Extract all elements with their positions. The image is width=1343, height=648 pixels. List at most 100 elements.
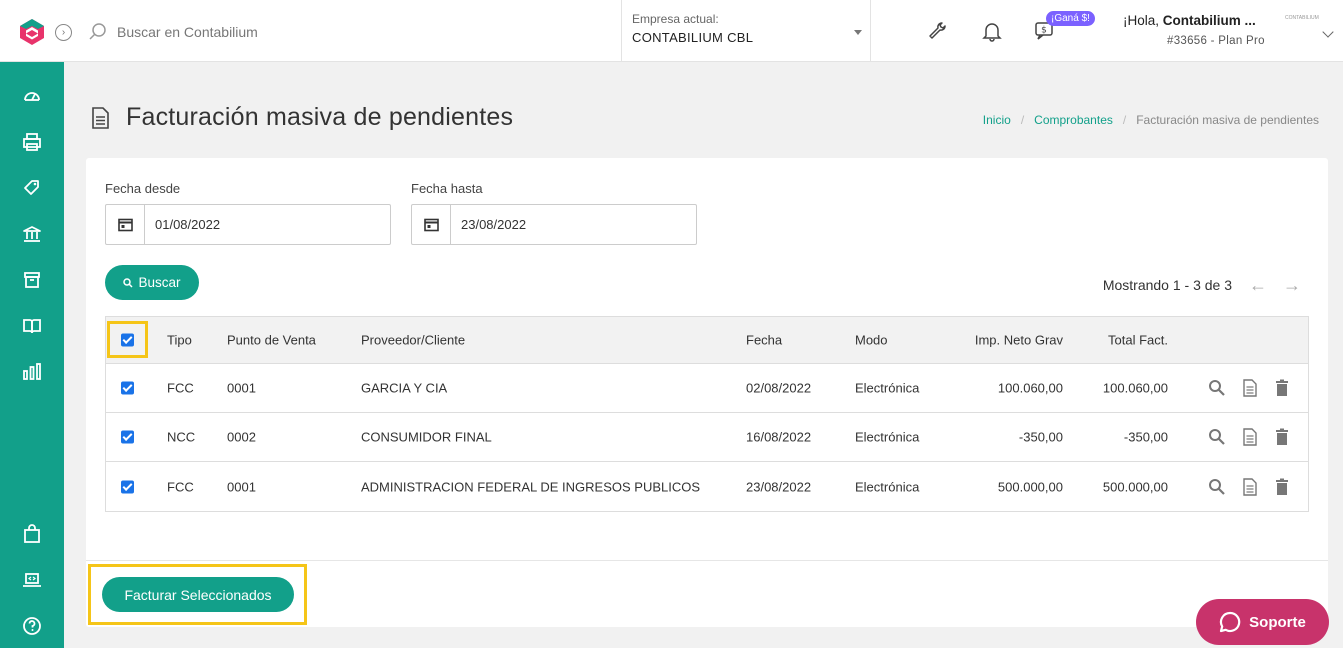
header-modo: Modo [855, 332, 888, 348]
company-label: Empresa actual: [632, 12, 719, 26]
bar-chart-icon[interactable] [22, 362, 42, 382]
view-icon[interactable] [1208, 478, 1226, 496]
soporte-button[interactable]: Soporte [1196, 599, 1329, 645]
svg-text:$: $ [1041, 26, 1047, 36]
chat-bubble-icon [1220, 611, 1241, 633]
dashboard-icon[interactable] [22, 86, 42, 106]
brand-mini-logo: CONTABILIUM [1285, 15, 1319, 21]
cell-tipo: FCC [167, 380, 194, 396]
company-selector[interactable]: Empresa actual: CONTABILIUM CBL [621, 0, 871, 62]
company-value: CONTABILIUM CBL [632, 30, 754, 45]
header-proveedor-cliente: Proveedor/Cliente [361, 332, 466, 348]
tag-icon[interactable] [22, 178, 42, 198]
trash-icon[interactable] [1273, 379, 1291, 397]
chevron-down-icon [854, 30, 862, 35]
row-checkbox[interactable] [121, 381, 134, 395]
bank-icon[interactable] [22, 224, 42, 244]
document-icon[interactable] [1241, 379, 1259, 397]
breadcrumb-separator: / [1020, 113, 1025, 127]
search-icon [89, 23, 106, 40]
row-checkbox[interactable] [121, 480, 134, 493]
page-title: Facturación masiva de pendientes [126, 103, 514, 131]
cell-cliente: ADMINISTRACION FEDERAL DE INGRESOS PUBLI… [361, 479, 701, 494]
search-input[interactable] [117, 20, 597, 44]
table-header: Tipo Punto de Venta Proveedor/Cliente Fe… [106, 317, 1308, 364]
cell-tipo: NCC [167, 429, 196, 445]
row-checkbox[interactable] [121, 430, 134, 444]
soporte-label: Soporte [1249, 613, 1306, 631]
cell-punto-venta: 0001 [227, 380, 256, 396]
fecha-desde-field[interactable]: 01/08/2022 [105, 204, 391, 245]
document-icon [92, 107, 109, 129]
pending-invoices-table: Tipo Punto de Venta Proveedor/Cliente Fe… [105, 316, 1309, 512]
collapse-sidebar-button[interactable]: › [55, 24, 72, 41]
view-icon[interactable] [1208, 428, 1226, 446]
trash-icon[interactable] [1273, 428, 1291, 446]
user-greeting[interactable]: ¡Hola, Contabilium ... [1123, 13, 1256, 28]
table-row: FCC 0001 GARCIA Y CIA 02/08/2022 Electró… [106, 364, 1308, 413]
cell-modo: Electrónica [855, 479, 920, 494]
help-icon[interactable] [22, 616, 42, 636]
box-icon[interactable] [22, 270, 42, 290]
cell-tipo: FCC [167, 479, 194, 494]
calendar-icon[interactable] [412, 205, 451, 244]
cell-fecha: 23/08/2022 [746, 479, 812, 494]
fecha-desde-value[interactable]: 01/08/2022 [145, 205, 220, 244]
user-name: Contabilium ... [1162, 13, 1256, 28]
fecha-hasta-label: Fecha hasta [411, 181, 483, 196]
header-tipo: Tipo [167, 332, 192, 348]
greeting-prefix: ¡Hola, [1123, 13, 1163, 28]
contabilium-logo[interactable] [18, 18, 46, 46]
buscar-label: Buscar [138, 275, 181, 290]
cell-total: 500.000,00 [1102, 479, 1168, 494]
arrow-right-icon[interactable]: → [1283, 276, 1301, 294]
cell-cliente: GARCIA Y CIA [361, 380, 448, 396]
pagination-info: Mostrando 1 - 3 de 3 [1102, 277, 1232, 293]
highlight-frame: Facturar Seleccionados [88, 564, 307, 625]
top-bar: › Empresa actual: CONTABILIUM CBL $ ¡Gan… [0, 0, 1343, 62]
laptop-code-icon[interactable] [22, 570, 42, 590]
fecha-hasta-value[interactable]: 23/08/2022 [451, 205, 526, 244]
cell-modo: Electrónica [855, 380, 920, 396]
cell-cliente: CONSUMIDOR FINAL [361, 429, 492, 445]
cell-modo: Electrónica [855, 429, 920, 445]
cell-neto: 500.000,00 [997, 479, 1063, 494]
breadcrumb-comprobantes[interactable]: Comprobantes [1034, 113, 1113, 127]
header-imp-neto-grav: Imp. Neto Grav [974, 332, 1063, 348]
printer-icon[interactable] [22, 132, 42, 152]
fecha-hasta-field[interactable]: 23/08/2022 [411, 204, 697, 245]
cell-punto-venta: 0001 [227, 479, 256, 494]
breadcrumb-inicio[interactable]: Inicio [983, 113, 1011, 127]
cell-neto: 100.060,00 [997, 380, 1063, 396]
trash-icon[interactable] [1273, 478, 1291, 496]
book-icon[interactable] [22, 316, 42, 336]
search-icon [123, 277, 134, 288]
buscar-button[interactable]: Buscar [105, 265, 199, 300]
document-icon[interactable] [1241, 477, 1259, 496]
cell-total: -350,00 [1123, 429, 1168, 445]
cell-punto-venta: 0002 [227, 429, 256, 445]
referral-badge[interactable]: ¡Ganá $! [1046, 11, 1095, 26]
bell-icon[interactable] [981, 20, 1003, 42]
table-row: FCC 0001 ADMINISTRACION FEDERAL DE INGRE… [106, 462, 1308, 511]
shopping-bag-icon[interactable] [22, 524, 42, 544]
cell-neto: -350,00 [1018, 429, 1063, 445]
view-icon[interactable] [1208, 379, 1226, 397]
cell-fecha: 16/08/2022 [746, 429, 812, 445]
table-row: NCC 0002 CONSUMIDOR FINAL 16/08/2022 Ele… [106, 413, 1308, 462]
document-icon[interactable] [1241, 428, 1259, 446]
arrow-left-icon[interactable]: ← [1249, 276, 1267, 294]
select-all-checkbox[interactable] [121, 333, 134, 347]
facturar-seleccionados-button[interactable]: Facturar Seleccionados [102, 577, 294, 612]
wrench-icon[interactable] [927, 20, 949, 42]
cell-total: 100.060,00 [1102, 380, 1168, 396]
card-footer-divider [86, 560, 1328, 561]
chevron-down-icon[interactable] [1322, 26, 1334, 38]
breadcrumb: Inicio / Comprobantes / Facturación masi… [983, 113, 1319, 127]
user-plan: #33656 - Plan Pro [1167, 35, 1265, 47]
sidebar [0, 62, 64, 648]
breadcrumb-separator: / [1122, 113, 1127, 127]
fecha-desde-label: Fecha desde [105, 181, 181, 196]
header-fecha: Fecha [746, 332, 783, 348]
calendar-icon[interactable] [106, 205, 145, 244]
